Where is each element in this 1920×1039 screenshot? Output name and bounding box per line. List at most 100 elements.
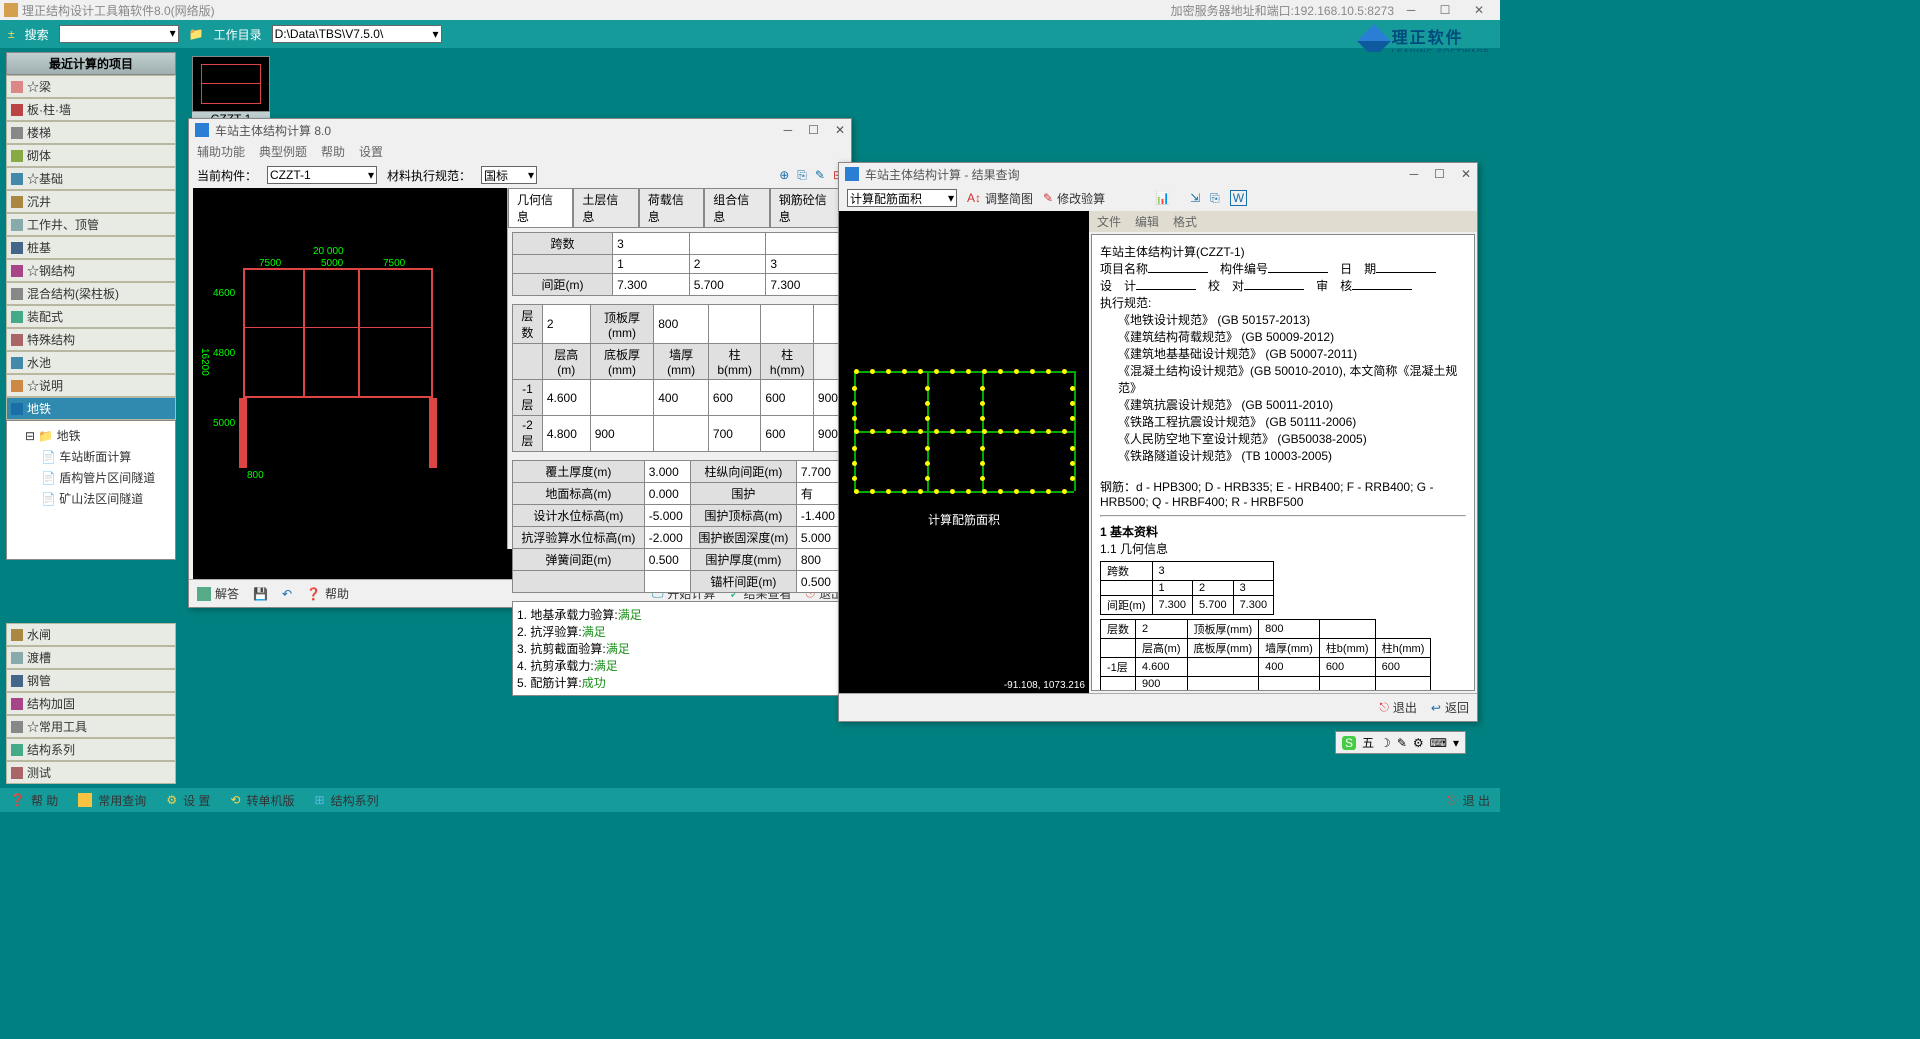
sidebar-item-4[interactable]: ☆基础 [6, 167, 176, 190]
menu-examples[interactable]: 典型例题 [259, 143, 307, 160]
workdir-combo[interactable]: D:\Data\TBS\V7.5.0\▾ [272, 25, 442, 43]
tab-combo[interactable]: 组合信息 [704, 188, 769, 227]
sidebar-item-10[interactable]: 装配式 [6, 305, 176, 328]
current-member-combo[interactable]: CZZT-1▾ [267, 166, 377, 184]
pencil-icon: ✎ [1043, 191, 1053, 205]
sidebar-bottom-5[interactable]: 结构系列 [6, 738, 176, 761]
thumbnail[interactable]: CZZT-1 [192, 56, 270, 126]
sidebar-item-3[interactable]: 砌体 [6, 144, 176, 167]
export-icon[interactable]: ⇲ [1190, 191, 1200, 205]
menu-edit[interactable]: 编辑 [1135, 213, 1159, 230]
menu-file[interactable]: 文件 [1097, 213, 1121, 230]
main-toolbar: ± 搜索 ▾ 📁 工作目录 D:\Data\TBS\V7.5.0\▾ [0, 20, 1500, 48]
sidebar-bottom-3[interactable]: 结构加固 [6, 692, 176, 715]
sidebar-item-8[interactable]: ☆钢结构 [6, 259, 176, 282]
tab-rebar[interactable]: 钢筋砼信息 [770, 188, 847, 227]
result-type-combo[interactable]: 计算配筋面积▾ [847, 189, 957, 207]
help-icon: ❓ [306, 587, 321, 601]
search-input[interactable]: ▾ [59, 25, 179, 43]
ime-tray[interactable]: S 五 ☽✎⚙⌨▾ [1335, 731, 1466, 754]
tab-load[interactable]: 荷载信息 [639, 188, 704, 227]
exit-button[interactable]: ⎋退出 [1379, 699, 1417, 716]
cursor-coords: -91.108, 1073.216 [1004, 680, 1085, 691]
sidebar-bottom-2[interactable]: 钢管 [6, 669, 176, 692]
save-icon[interactable]: 💾 [253, 587, 268, 601]
sidebar-item-5[interactable]: 沉井 [6, 190, 176, 213]
sidebar-item-9[interactable]: 混合结构(梁柱板) [6, 282, 176, 305]
sidebar-item-6[interactable]: 工作井、顶管 [6, 213, 176, 236]
maximize-button[interactable]: ☐ [1434, 167, 1445, 181]
sidebar-item-12[interactable]: 水池 [6, 351, 176, 374]
sidebar-item-13[interactable]: ☆说明 [6, 374, 176, 397]
workdir-label: 工作目录 [214, 26, 262, 43]
tree-root[interactable]: ⊟ 📁 地铁 [11, 425, 171, 446]
add-icon[interactable]: ⊕ [779, 168, 789, 183]
sidebar-item-0[interactable]: ☆梁 [6, 75, 176, 98]
sidebar-bottom-0[interactable]: 水闸 [6, 623, 176, 646]
copy-icon[interactable]: ⎘ [797, 168, 807, 183]
undo-icon[interactable]: ↶ [282, 587, 292, 601]
sketch-icon: A↕ [967, 191, 981, 205]
search-icon: ± [8, 27, 15, 41]
back-icon: ↩ [1431, 701, 1441, 715]
word-icon[interactable]: W [1230, 190, 1247, 206]
doc-span-table: 跨数3 123 间距(m)7.3005.7007.300 [1100, 561, 1274, 615]
spec-combo[interactable]: 国标▾ [481, 166, 537, 184]
back-button[interactable]: ↩返回 [1431, 699, 1469, 716]
chart-icon[interactable]: 📊 [1155, 191, 1170, 205]
tab-geometry[interactable]: 几何信息 [508, 188, 573, 227]
struct-series-button[interactable]: ⊞结构系列 [315, 792, 379, 809]
copy-icon[interactable]: ⎘ [1210, 191, 1220, 206]
result-document[interactable]: 车站主体结构计算(CZZT-1) 项目名称 构件编号 日 期 设 计 校 对 审… [1091, 234, 1475, 691]
menu-help[interactable]: 帮助 [321, 143, 345, 160]
sidebar-item-2[interactable]: 楼梯 [6, 121, 176, 144]
answer-button[interactable]: 解答 [197, 585, 239, 602]
sidebar-bottom-6[interactable]: 测试 [6, 761, 176, 784]
standalone-button[interactable]: ⟲转单机版 [230, 792, 294, 809]
modify-check-button[interactable]: ✎修改验算 [1043, 190, 1105, 207]
adjust-sketch-button[interactable]: A↕调整简图 [967, 190, 1033, 207]
calc-titlebar[interactable]: 车站主体结构计算 8.0 ─ ☐ ✕ [189, 119, 851, 141]
app-subwin-icon [195, 123, 209, 137]
sidebar-bottom-1[interactable]: 渡槽 [6, 646, 176, 669]
settings-button[interactable]: ⚙设 置 [166, 792, 210, 809]
sidebar-bottom-4[interactable]: ☆常用工具 [6, 715, 176, 738]
app-titlebar: 理正结构设计工具箱软件8.0(网络版) 加密服务器地址和端口:192.168.1… [0, 0, 1500, 20]
app-icon [4, 3, 18, 17]
misc-table: 覆土厚度(m)3.000柱纵向间距(m)7.700地面标高(m)0.000围护有… [512, 460, 843, 593]
menu-format[interactable]: 格式 [1173, 213, 1197, 230]
minimize-button[interactable]: ─ [784, 123, 793, 137]
status-bar: ❓帮 助 常用查询 ⚙设 置 ⟲转单机版 ⊞结构系列 ⎋退 出 [0, 788, 1500, 812]
help-button[interactable]: ❓帮 助 [10, 792, 58, 809]
tab-soil[interactable]: 土层信息 [573, 188, 638, 227]
close-button[interactable]: ✕ [835, 123, 845, 137]
sidebar-item-7[interactable]: 桩基 [6, 236, 176, 259]
app-title: 理正结构设计工具箱软件8.0(网络版) [22, 2, 1151, 19]
maximize-button[interactable]: ☐ [1428, 1, 1462, 19]
menu-settings[interactable]: 设置 [359, 143, 383, 160]
sidebar-item-1[interactable]: 板·柱·墙 [6, 98, 176, 121]
close-button[interactable]: ✕ [1461, 167, 1471, 181]
close-button[interactable]: ✕ [1462, 1, 1496, 19]
tree-child-0[interactable]: 📄 车站断面计算 [11, 446, 171, 467]
app-exit-button[interactable]: ⎋退 出 [1447, 792, 1490, 809]
sidebar-item-11[interactable]: 特殊结构 [6, 328, 176, 351]
results-titlebar[interactable]: 车站主体结构计算 - 结果查询 ─ ☐ ✕ [839, 163, 1477, 185]
minimize-button[interactable]: ─ [1394, 1, 1428, 19]
span-table: 跨数3 123 间距(m)7.3005.7007.300 [512, 232, 843, 296]
tree-child-1[interactable]: 📄 盾构管片区间隧道 [11, 467, 171, 488]
common-query-button[interactable]: 常用查询 [78, 792, 146, 809]
maximize-button[interactable]: ☐ [808, 123, 819, 137]
help-button[interactable]: ❓帮助 [306, 585, 349, 602]
calc-toolbar: 当前构件： CZZT-1▾ 材料执行规范： 国标▾ ⊕ ⎘ ✎ ⊟ [189, 162, 851, 188]
results-footer: ⎋退出 ↩返回 [839, 693, 1477, 721]
menu-aux[interactable]: 辅助功能 [197, 143, 245, 160]
minimize-button[interactable]: ─ [1410, 167, 1419, 181]
rebar-canvas[interactable]: 计算配筋面积 -91.108, 1073.216 [839, 211, 1089, 693]
sidebar-item-14[interactable]: 地铁 [6, 397, 176, 420]
tree-child-2[interactable]: 📄 矿山法区间隧道 [11, 488, 171, 509]
layer-table: 层数2顶板厚(mm)800层高(m)底板厚(mm)墙厚(mm)柱b(mm)柱h(… [512, 304, 843, 452]
folder-icon: 📁 [189, 27, 204, 41]
canvas-caption: 计算配筋面积 [839, 511, 1089, 528]
edit-icon[interactable]: ✎ [815, 168, 825, 183]
